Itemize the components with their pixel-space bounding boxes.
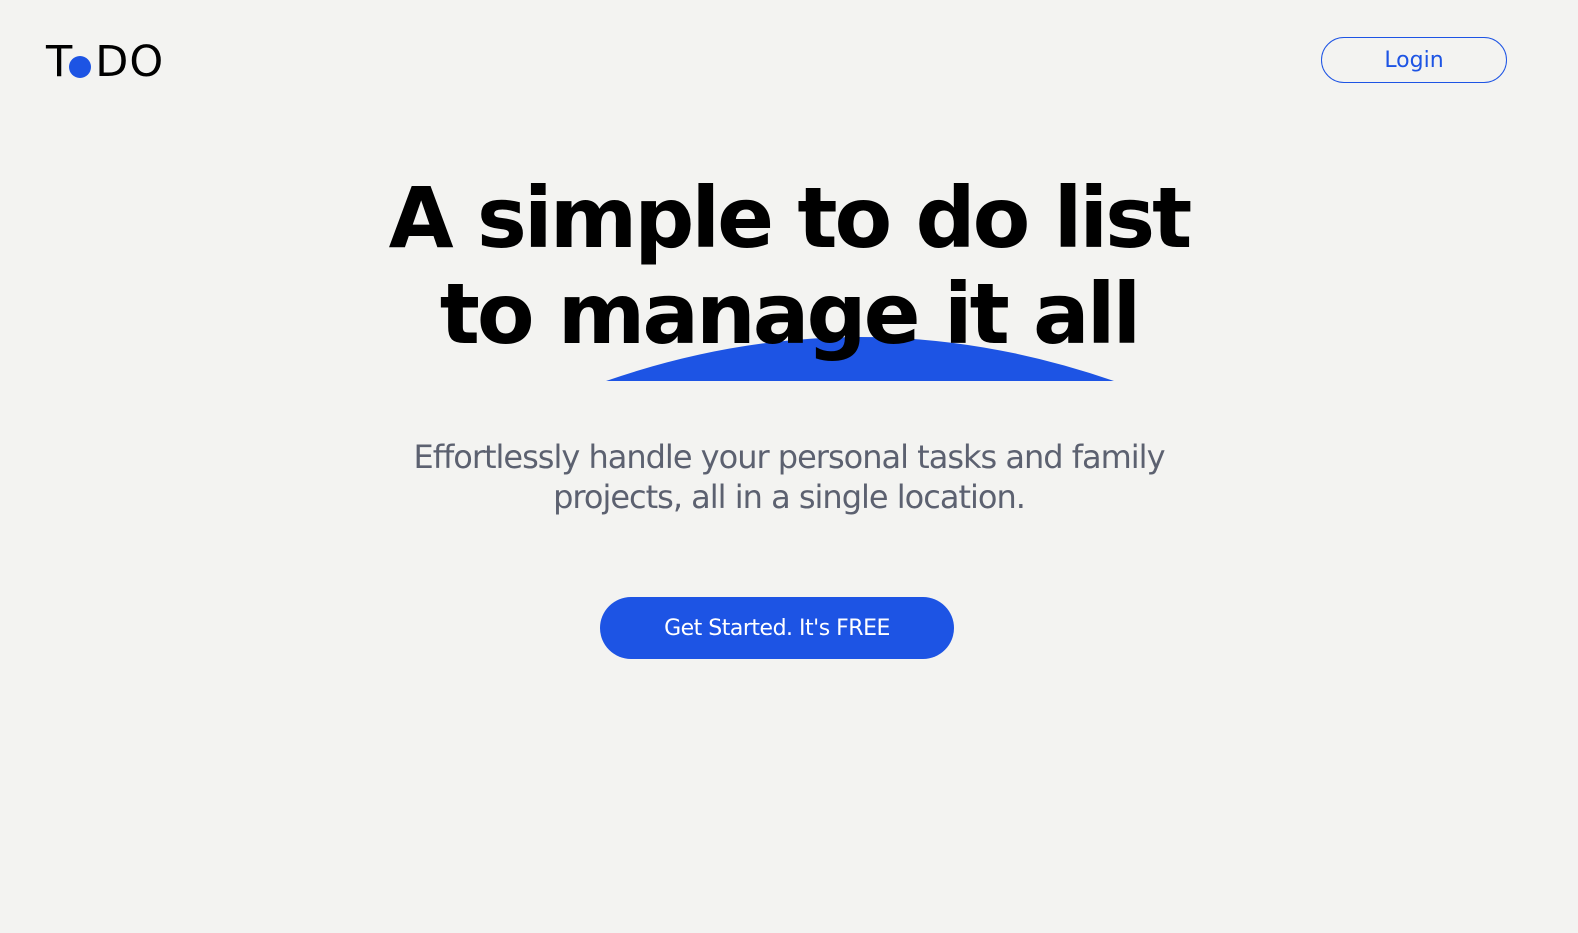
site-header: T DO Login [0, 0, 1578, 120]
logo-letters-do: DO [95, 36, 165, 87]
hero-subtitle-line-2: projects, all in a single location. [553, 478, 1026, 516]
todo-logo[interactable]: T DO [46, 38, 164, 86]
hero-subtitle-line-1: Effortlessly handle your personal tasks … [413, 438, 1165, 476]
get-started-button[interactable]: Get Started. It's FREE [600, 597, 954, 659]
hero-title: A simple to do list to manage it all [0, 170, 1578, 362]
hero-subtitle: Effortlessly handle your personal tasks … [0, 437, 1578, 517]
hero-title-line-2: to manage it all [439, 265, 1142, 363]
hero-title-line-1: A simple to do list [388, 169, 1193, 267]
login-button[interactable]: Login [1321, 37, 1507, 83]
logo-dot-icon [69, 56, 92, 78]
